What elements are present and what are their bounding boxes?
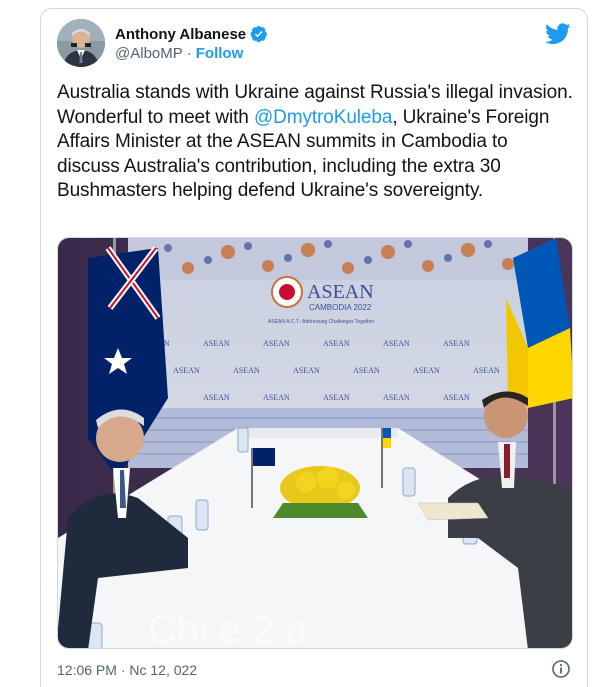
backdrop-label: ASEAN — [473, 366, 500, 375]
avatar[interactable] — [57, 19, 105, 67]
author-name[interactable]: Anthony Albanese — [115, 26, 246, 43]
tweet-photo[interactable]: ASEAN CAMBODIA 2022 ASEAN A.C.T.: Addres… — [57, 237, 573, 649]
backdrop-label: ASEAN — [413, 366, 440, 375]
tweet-text: Australia stands with Ukraine against Ru… — [57, 81, 573, 204]
backdrop-label: ASEAN — [203, 393, 230, 402]
backdrop-label: ASEAN — [263, 393, 290, 402]
tweet-card: Anthony Albanese @AlboMP · Follow Austra — [40, 8, 588, 687]
separator-dot: · — [186, 45, 192, 62]
photo-watermark: Chi e 2 a — [148, 608, 309, 649]
backdrop-label: ASEAN — [203, 339, 230, 348]
banner-title: ASEAN — [307, 281, 374, 303]
backdrop-label: ASEAN — [443, 393, 470, 402]
banner-tagline: ASEAN A.C.T.: Addressing Challenges Toge… — [268, 319, 375, 325]
twitter-bird-icon[interactable] — [545, 23, 571, 45]
backdrop-label: ASEAN — [383, 339, 410, 348]
name-row: Anthony Albanese — [115, 25, 268, 43]
backdrop-label: ASEAN — [173, 366, 200, 375]
tweet-header: Anthony Albanese @AlboMP · Follow — [57, 19, 571, 71]
backdrop-label: ASEAN — [383, 393, 410, 402]
backdrop-label: ASEAN — [323, 393, 350, 402]
info-icon[interactable] — [551, 659, 571, 679]
verified-badge-icon — [250, 25, 268, 43]
backdrop-label: ASEAN — [263, 339, 290, 348]
backdrop-label: ASEAN — [443, 339, 470, 348]
banner-subtitle: CAMBODIA 2022 — [309, 303, 372, 312]
backdrop-label: ASEAN — [323, 339, 350, 348]
author-info: Anthony Albanese @AlboMP · Follow — [115, 25, 268, 62]
backdrop-label: ASEAN — [293, 366, 320, 375]
author-handle[interactable]: @AlboMP — [115, 45, 183, 62]
mention-link[interactable]: @DmytroKuleba — [254, 107, 392, 128]
tweet-meta: 12:06 PM · Nc 12, 022 — [57, 659, 571, 681]
backdrop-label: ASEAN — [233, 366, 260, 375]
timestamp-link[interactable]: 12:06 PM · Nc 12, 022 — [57, 662, 197, 678]
handle-row: @AlboMP · Follow — [115, 45, 268, 62]
backdrop-label: ASEAN — [353, 366, 380, 375]
follow-button[interactable]: Follow — [196, 45, 244, 62]
